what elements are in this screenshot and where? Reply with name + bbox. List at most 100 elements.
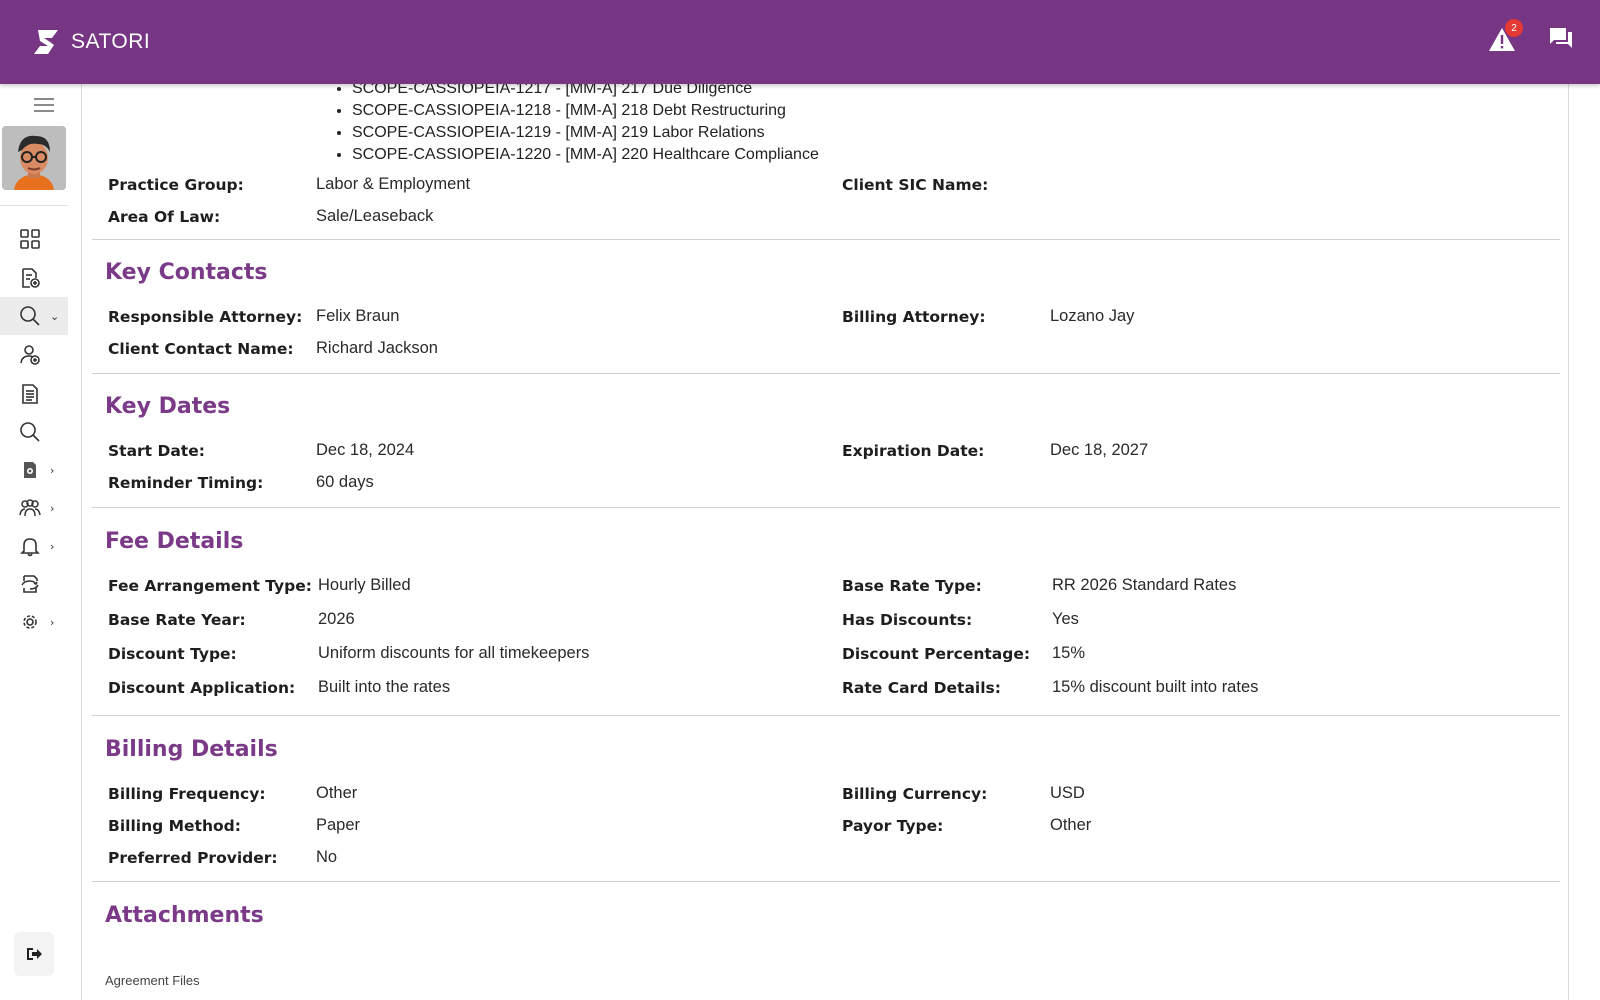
list-item[interactable]: SCOPE-CASSIOPEIA-1219 - [MM-A] 219 Labor… xyxy=(352,122,819,144)
start-date-label: Start Date: xyxy=(108,442,205,460)
top-bar: SATORI 2 xyxy=(0,0,1600,84)
client-contact-value: Richard Jackson xyxy=(316,339,438,357)
base-rate-type-label: Base Rate Type: xyxy=(842,577,982,595)
base-rate-type-value: RR 2026 Standard Rates xyxy=(1052,576,1237,594)
logout-button[interactable] xyxy=(14,932,54,976)
list-item[interactable]: SCOPE-CASSIOPEIA-1218 - [MM-A] 218 Debt … xyxy=(352,100,819,122)
nav-new-document[interactable] xyxy=(0,259,68,297)
section-divider xyxy=(92,881,1560,882)
alerts-button[interactable]: 2 xyxy=(1488,19,1523,54)
billing-frequency-label: Billing Frequency: xyxy=(108,785,266,803)
search-icon xyxy=(20,306,40,326)
payor-type-label: Payor Type: xyxy=(842,817,944,835)
user-add-icon xyxy=(20,345,40,365)
nav-search-menu[interactable]: ⌄ xyxy=(0,297,68,335)
base-rate-year-label: Base Rate Year: xyxy=(108,611,246,629)
discount-application-label: Discount Application: xyxy=(108,679,296,697)
chevron-down-icon: ⌄ xyxy=(50,309,60,323)
document-add-icon xyxy=(22,268,40,288)
attachments-heading: Attachments xyxy=(105,903,264,928)
dashboard-grid-icon xyxy=(20,229,40,249)
scope-list: SCOPE-CASSIOPEIA-1217 - [MM-A] 217 Due D… xyxy=(352,84,819,166)
sync-document-icon xyxy=(21,575,39,593)
menu-toggle-icon[interactable] xyxy=(34,98,54,116)
bell-icon xyxy=(20,538,40,557)
satori-logo[interactable]: SATORI xyxy=(30,26,150,58)
chevron-right-icon: › xyxy=(50,463,55,477)
document-list-icon xyxy=(22,384,38,404)
start-date-value: Dec 18, 2024 xyxy=(316,441,415,459)
reminder-timing-label: Reminder Timing: xyxy=(108,474,264,492)
billing-details-heading: Billing Details xyxy=(105,737,278,762)
billing-attorney-label: Billing Attorney: xyxy=(842,308,986,326)
messages-button[interactable] xyxy=(1548,26,1574,54)
nav-settings[interactable]: › xyxy=(0,603,68,641)
sidebar-divider xyxy=(0,205,68,206)
agreement-details-panel: SCOPE-CASSIOPEIA-1217 - [MM-A] 217 Due D… xyxy=(82,84,1569,1000)
sidebar: ⌄ › › › › xyxy=(0,84,82,1000)
alert-count-badge: 2 xyxy=(1505,19,1523,37)
avatar[interactable] xyxy=(2,126,66,190)
chevron-right-icon: › xyxy=(50,501,55,515)
app-name: SATORI xyxy=(71,30,151,53)
has-discounts-value: Yes xyxy=(1052,610,1079,628)
responsible-attorney-value: Felix Braun xyxy=(316,307,400,325)
list-item[interactable]: SCOPE-CASSIOPEIA-1220 - [MM-A] 220 Healt… xyxy=(352,144,819,166)
responsible-attorney-label: Responsible Attorney: xyxy=(108,308,303,326)
billing-currency-value: USD xyxy=(1050,784,1085,802)
fee-details-heading: Fee Details xyxy=(105,529,244,554)
client-contact-label: Client Contact Name: xyxy=(108,340,294,358)
section-divider xyxy=(92,373,1560,374)
fee-arrangement-label: Fee Arrangement Type: xyxy=(108,577,312,595)
has-discounts-label: Has Discounts: xyxy=(842,611,973,629)
nav-add-user[interactable] xyxy=(0,336,68,374)
expiration-date-value: Dec 18, 2027 xyxy=(1050,441,1149,459)
key-dates-heading: Key Dates xyxy=(105,394,231,419)
discount-type-label: Discount Type: xyxy=(108,645,237,663)
billing-attorney-value: Lozano Jay xyxy=(1050,307,1135,325)
area-of-law-label: Area Of Law: xyxy=(108,208,221,226)
rate-card-value: 15% discount built into rates xyxy=(1052,678,1259,696)
discount-percentage-value: 15% xyxy=(1052,644,1086,662)
nav-teams[interactable]: › xyxy=(0,489,68,527)
satori-logo-icon xyxy=(34,30,58,54)
gear-icon xyxy=(23,615,37,629)
nav-secure-files[interactable]: › xyxy=(0,451,68,489)
preferred-provider-label: Preferred Provider: xyxy=(108,849,278,867)
reminder-timing-value: 60 days xyxy=(316,473,374,491)
billing-method-value: Paper xyxy=(316,816,361,834)
section-divider xyxy=(92,507,1560,508)
user-avatar-illustration xyxy=(2,126,66,190)
chevron-right-icon: › xyxy=(50,615,55,629)
base-rate-year-value: 2026 xyxy=(318,610,355,628)
chevron-right-icon: › xyxy=(50,539,55,553)
billing-frequency-value: Other xyxy=(316,784,358,802)
file-lock-icon xyxy=(24,462,36,478)
billing-currency-label: Billing Currency: xyxy=(842,785,988,803)
nav-search[interactable] xyxy=(0,413,68,451)
nav-dashboard[interactable] xyxy=(0,220,68,258)
section-divider xyxy=(92,715,1560,716)
agreement-files-label: Agreement Files xyxy=(105,973,200,988)
list-item[interactable]: SCOPE-CASSIOPEIA-1217 - [MM-A] 217 Due D… xyxy=(352,84,819,100)
search-icon xyxy=(20,422,40,442)
chat-icon xyxy=(1550,28,1572,48)
expiration-date-label: Expiration Date: xyxy=(842,442,985,460)
users-group-icon xyxy=(19,499,41,517)
practice-group-value: Labor & Employment xyxy=(316,175,471,193)
practice-group-label: Practice Group: xyxy=(108,176,244,194)
section-divider xyxy=(92,239,1560,240)
rate-card-label: Rate Card Details: xyxy=(842,679,1001,697)
nav-notifications[interactable]: › xyxy=(0,527,68,565)
discount-application-value: Built into the rates xyxy=(318,678,451,696)
billing-method-label: Billing Method: xyxy=(108,817,241,835)
discount-type-value: Uniform discounts for all timekeepers xyxy=(318,644,590,662)
preferred-provider-value: No xyxy=(316,848,338,866)
client-sic-label: Client SIC Name: xyxy=(842,176,989,194)
logout-icon xyxy=(27,948,42,960)
fee-arrangement-value: Hourly Billed xyxy=(318,576,411,594)
key-contacts-heading: Key Contacts xyxy=(105,260,268,285)
nav-sync[interactable] xyxy=(0,565,68,603)
discount-percentage-label: Discount Percentage: xyxy=(842,645,1031,663)
nav-documents[interactable] xyxy=(0,375,68,413)
